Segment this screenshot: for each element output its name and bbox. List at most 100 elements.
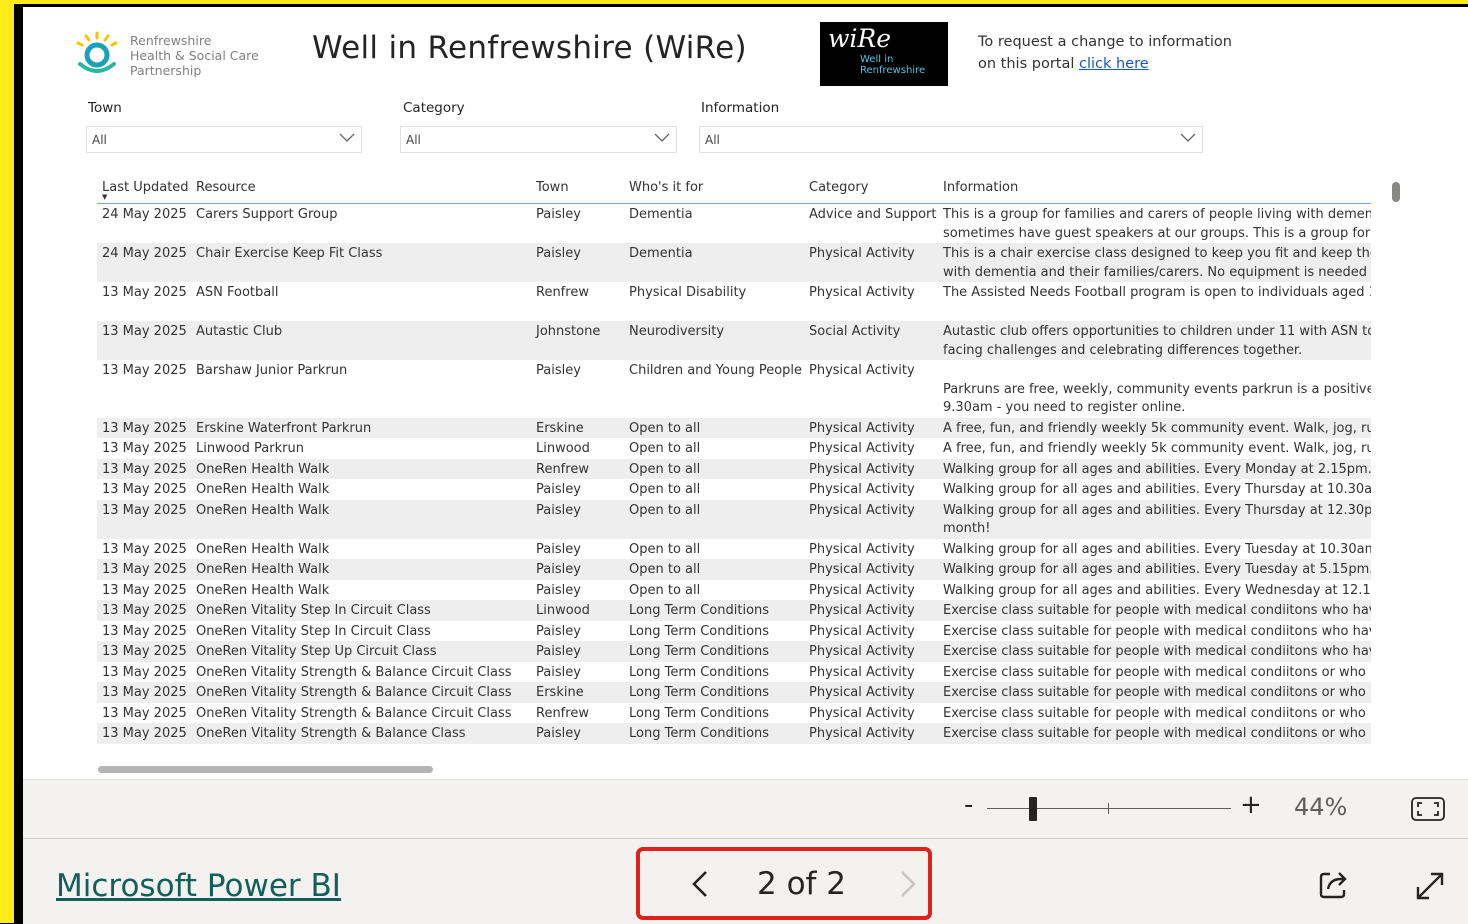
- column-header-who[interactable]: Who's it for: [624, 171, 804, 204]
- table-row[interactable]: 13 May 2025 OneRen Health Walk Paisley Open…: [75, 559, 1371, 580]
- zoom-slider-tick: [1108, 803, 1109, 814]
- cell-category: Physical Activity: [804, 458, 938, 479]
- table-row[interactable]: 13 May 2025 Autastic Club Johnstone Neurodi…: [75, 321, 1371, 360]
- table-row[interactable]: 13 May 2025 Erskine Waterfront Parkrun Ers…: [75, 417, 1371, 438]
- column-header-resource[interactable]: Resource: [191, 171, 531, 204]
- zoom-out-button[interactable]: -: [964, 790, 973, 820]
- cell-category: Physical Activity: [809, 623, 915, 639]
- cell-information: The Assisted Needs Football program is o…: [938, 282, 1371, 321]
- table-row[interactable]: 13 May 2025 OneRen Vitality Step Up Circu…: [75, 641, 1371, 662]
- zoom-slider-thumb[interactable]: [1029, 797, 1037, 821]
- cell-date: 13 May 2025: [102, 664, 187, 680]
- cell-who: Long Term Conditions: [624, 641, 804, 662]
- previous-page-icon[interactable]: [688, 864, 712, 908]
- cell-town: Paisley: [536, 207, 581, 222]
- page-title: Well in Renfrewshire (WiRe): [312, 30, 747, 66]
- zoom-in-button[interactable]: +: [1240, 790, 1262, 820]
- table-row[interactable]: 13 May 2025 OneRen Health Walk Paisley Open…: [75, 579, 1371, 600]
- cell-resource: OneRen Health Walk: [191, 499, 531, 539]
- logo-line-3: Partnership: [130, 63, 202, 78]
- cell-who: Open to all: [624, 417, 804, 438]
- cell-date: 13 May 2025: [97, 458, 191, 479]
- table-row[interactable]: 13 May 2025 OneRen Health Walk Paisley Open…: [75, 538, 1371, 559]
- table-gutter: [75, 417, 97, 438]
- table-gutter: [75, 579, 97, 600]
- cell-date: 13 May 2025: [97, 600, 191, 621]
- cell-town: Paisley: [536, 664, 581, 680]
- wire-logo-script: wiRe: [828, 24, 892, 53]
- resource-table[interactable]: Last Updated ▼ Resource Town Who's it for…: [75, 171, 1371, 761]
- column-header-information[interactable]: Information: [938, 171, 1371, 204]
- table-row[interactable]: 13 May 2025 Linwood Parkrun Linwood Open to…: [75, 438, 1371, 459]
- cell-information: Walking group for all ages and abilities…: [938, 458, 1371, 479]
- zoom-slider-track[interactable]: [987, 808, 1231, 809]
- information-slicer-dropdown[interactable]: All: [699, 126, 1203, 153]
- cell-date: 13 May 2025: [102, 363, 187, 378]
- table-row[interactable]: 13 May 2025 OneRen Vitality Strength & Ba…: [75, 702, 1371, 723]
- table-row[interactable]: 13 May 2025 Barshaw Junior Parkrun Paisley…: [75, 360, 1371, 418]
- click-here-link[interactable]: click here: [1079, 56, 1149, 72]
- cell-town: Renfrew: [531, 458, 624, 479]
- page-indicator: 2 of 2: [757, 866, 847, 902]
- table-gutter: [75, 661, 97, 682]
- table-row[interactable]: 13 May 2025 OneRen Vitality Step In Circu…: [75, 620, 1371, 641]
- next-page-icon[interactable]: [896, 864, 920, 908]
- fullscreen-expand-icon[interactable]: [1414, 870, 1446, 906]
- cell-date: 13 May 2025: [102, 541, 187, 557]
- cell-who: Open to all: [624, 458, 804, 479]
- cell-town: Linwood: [531, 600, 624, 621]
- table-row[interactable]: 13 May 2025 OneRen Vitality Strength & Ba…: [75, 723, 1371, 744]
- table-gutter: [75, 282, 97, 321]
- table-gutter: [75, 538, 97, 559]
- cell-who: Long Term Conditions: [629, 623, 770, 639]
- table-gutter: [75, 360, 97, 418]
- wire-logo-line-2: Renfrewshire: [860, 65, 926, 76]
- category-slicer-value: All: [406, 133, 421, 147]
- fit-to-page-icon[interactable]: [1411, 797, 1445, 825]
- cell-resource: OneRen Vitality Strength & Balance Circu…: [191, 682, 531, 703]
- table-row[interactable]: 13 May 2025 OneRen Health Walk Paisley Open…: [75, 499, 1371, 539]
- table-row[interactable]: 13 May 2025 OneRen Vitality Step In Circu…: [75, 600, 1371, 621]
- table-row[interactable]: 13 May 2025 OneRen Health Walk Paisley Open…: [75, 479, 1371, 500]
- cell-information-line: with dementia and their families/carers.…: [943, 264, 1371, 280]
- column-header-last-updated[interactable]: Last Updated ▼: [97, 171, 191, 204]
- cell-date: 13 May 2025: [97, 682, 191, 703]
- cell-who: Open to all: [629, 541, 701, 557]
- cell-date: 13 May 2025: [97, 723, 191, 744]
- cell-information-line: Walking group for all ages and abilities…: [943, 562, 1371, 577]
- category-slicer-dropdown[interactable]: All: [400, 126, 677, 153]
- cell-resource: ASN Football: [196, 285, 279, 300]
- table-row[interactable]: 13 May 2025 OneRen Vitality Strength & Ba…: [75, 682, 1371, 703]
- column-header-town[interactable]: Town: [531, 171, 624, 204]
- table-row[interactable]: 13 May 2025 ASN Football Renfrew Physical D…: [75, 282, 1371, 321]
- cell-information: A free, fun, and friendly weekly 5k comm…: [938, 417, 1371, 438]
- cell-category: Social Activity: [804, 321, 938, 360]
- horizontal-scrollbar[interactable]: [98, 766, 433, 773]
- microsoft-power-bi-link[interactable]: Microsoft Power BI: [56, 868, 341, 904]
- cell-town: Renfrew: [536, 705, 589, 721]
- cell-resource: OneRen Vitality Step In Circuit Class: [191, 600, 531, 621]
- town-slicer-value: All: [92, 133, 107, 147]
- table-row[interactable]: 24 May 2025 Carers Support Group Paisley De…: [75, 203, 1371, 243]
- cell-who: Dementia: [624, 243, 804, 282]
- table-row[interactable]: 13 May 2025 OneRen Vitality Strength & Ba…: [75, 661, 1371, 682]
- column-header-category[interactable]: Category: [804, 171, 938, 204]
- table-gutter: [75, 702, 97, 723]
- partnership-logo-text: Renfrewshire Health & Social Care Partne…: [130, 33, 259, 78]
- cell-resource: Carers Support Group: [196, 207, 338, 222]
- town-slicer-dropdown[interactable]: All: [86, 126, 362, 153]
- information-slicer-label: Information: [701, 100, 780, 116]
- table-row[interactable]: 24 May 2025 Chair Exercise Keep Fit Class…: [75, 243, 1371, 282]
- cell-information-line: [943, 303, 1370, 322]
- cell-information: A free, fun, and friendly weekly 5k comm…: [938, 438, 1371, 459]
- chevron-down-icon: [654, 133, 670, 142]
- vertical-scrollbar[interactable]: [1392, 182, 1400, 202]
- cell-information-line: [943, 362, 1370, 381]
- cell-information-line: A free, fun, and friendly weekly 5k comm…: [943, 441, 1371, 456]
- share-icon[interactable]: [1318, 868, 1352, 904]
- cell-information-line: Exercise class suitable for people with …: [943, 603, 1371, 618]
- cell-information-line: Autastic club offers opportunities to ch…: [943, 324, 1371, 339]
- sort-descending-icon: ▼: [102, 193, 108, 201]
- table-row[interactable]: 13 May 2025 OneRen Health Walk Renfrew Open…: [75, 458, 1371, 479]
- cell-town: Erskine: [531, 417, 624, 438]
